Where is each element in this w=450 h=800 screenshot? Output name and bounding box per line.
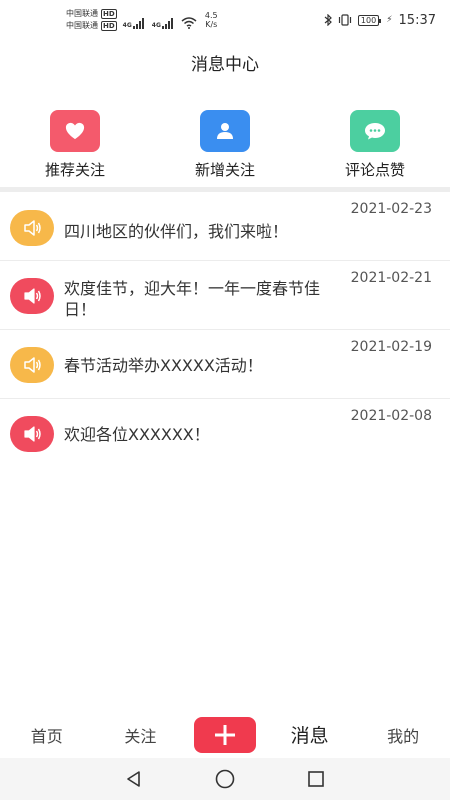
message-date: 2021-02-23 [350, 201, 432, 217]
signal-icon [132, 17, 144, 29]
message-item[interactable]: 2021-02-23 四川地区的伙伴们，我们来啦！ [0, 192, 450, 261]
hd-badge: HD [101, 9, 117, 19]
message-item[interactable]: 2021-02-08 欢迎各位XXXXXX！ [0, 399, 450, 468]
message-text: 春节活动举办XXXXX活动！ [64, 356, 263, 375]
battery-icon: 100 [357, 14, 382, 26]
speaker-icon [10, 347, 54, 383]
user-icon [200, 110, 250, 152]
status-left: 中国联通 HD 中国联通 HD 4G 4G 4.5 K/s [66, 8, 218, 32]
message-text: 欢迎各位XXXXXX！ [64, 425, 210, 444]
heart-icon [50, 110, 100, 152]
category-label: 新增关注 [194, 161, 255, 179]
message-text: 欢度佳节，迎大年！一年一度春节佳日！ [64, 279, 321, 319]
category-row: 推荐关注 新增关注 评论点赞 [0, 110, 450, 180]
speaker-icon [10, 278, 54, 314]
network-type: 4G [151, 22, 161, 29]
category-label: 评论点赞 [344, 161, 405, 179]
hd-badge: HD [101, 21, 117, 31]
bottom-nav: 首页 关注 消息 我的 [0, 712, 450, 757]
chat-icon [350, 110, 400, 152]
category-label: 推荐关注 [44, 161, 105, 179]
vibrate-icon [338, 14, 352, 26]
charging-icon: ⚡ [386, 15, 393, 25]
message-item[interactable]: 2021-02-19 春节活动举办XXXXX活动！ [0, 330, 450, 399]
category-recommended-follow[interactable]: 推荐关注 [15, 110, 135, 180]
category-new-follow[interactable]: 新增关注 [165, 110, 285, 180]
signal-group: 4G 4G 4.5 K/s [123, 11, 218, 29]
message-date: 2021-02-08 [350, 408, 432, 424]
net-speed-unit: K/s [205, 20, 218, 29]
network-type: 4G [122, 22, 132, 29]
message-date: 2021-02-21 [350, 270, 432, 286]
plus-icon [214, 724, 235, 745]
nav-mine[interactable]: 我的 [363, 723, 443, 747]
wifi-icon [181, 17, 197, 29]
carrier-info: 中国联通 HD 中国联通 HD [66, 8, 117, 32]
add-button[interactable] [193, 716, 256, 753]
net-speed-value: 4.5 [204, 11, 218, 20]
speaker-icon [10, 210, 54, 246]
message-list: 2021-02-23 四川地区的伙伴们，我们来啦！ 2021-02-21 欢度佳… [0, 192, 450, 468]
carrier-name-1: 中国联通 [66, 9, 98, 18]
back-icon[interactable] [124, 769, 144, 789]
message-date: 2021-02-19 [350, 339, 432, 355]
recents-icon[interactable] [306, 769, 326, 789]
nav-home[interactable]: 首页 [7, 723, 87, 747]
status-bar: 中国联通 HD 中国联通 HD 4G 4G 4.5 K/s 100 ⚡ 15:3… [0, 0, 450, 40]
status-right: 100 ⚡ 15:37 [324, 13, 436, 28]
speaker-icon [10, 416, 54, 452]
net-speed: 4.5 K/s [205, 11, 218, 29]
bluetooth-icon [324, 14, 332, 26]
clock-time: 15:37 [398, 12, 436, 28]
message-item[interactable]: 2021-02-21 欢度佳节，迎大年！一年一度春节佳日！ [0, 261, 450, 330]
signal-icon [161, 17, 173, 29]
nav-follow[interactable]: 关注 [100, 723, 180, 747]
home-icon[interactable] [214, 768, 236, 790]
message-text: 四川地区的伙伴们，我们来啦！ [64, 222, 289, 241]
carrier-name-2: 中国联通 [66, 21, 98, 30]
page-title: 消息中心 [191, 55, 259, 75]
nav-messages[interactable]: 消息 [270, 721, 350, 748]
category-comments-likes[interactable]: 评论点赞 [315, 110, 435, 180]
system-nav-bar [0, 758, 450, 800]
